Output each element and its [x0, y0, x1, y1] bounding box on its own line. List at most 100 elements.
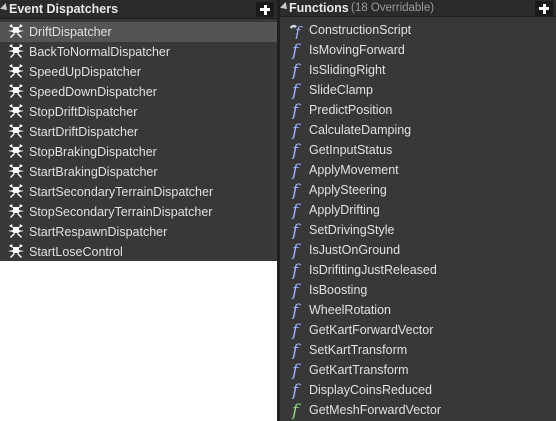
event-dispatcher-item[interactable]: SpeedUpDispatcher — [0, 62, 277, 82]
functions-panel: Functions (18 Overridable) f Construction… — [280, 0, 556, 421]
function-icon: f — [290, 41, 301, 59]
event-dispatcher-label: SpeedDownDispatcher — [29, 85, 157, 99]
function-icon: f — [290, 141, 301, 159]
event-dispatcher-item[interactable]: StopSecondaryTerrainDispatcher — [0, 202, 277, 222]
function-item[interactable]: f SetKartTransform — [280, 340, 556, 360]
event-dispatchers-header[interactable]: Event Dispatchers — [0, 0, 277, 19]
function-label: PredictPosition — [309, 103, 393, 117]
function-label: WheelRotation — [309, 303, 391, 317]
add-function-button[interactable] — [535, 1, 553, 16]
function-icon: f — [290, 261, 301, 279]
event-dispatcher-item[interactable]: SpeedDownDispatcher — [0, 82, 277, 102]
event-dispatcher-label: StartSecondaryTerrainDispatcher — [29, 185, 214, 199]
svg-text:f: f — [290, 61, 301, 79]
function-item[interactable]: f GetInputStatus — [280, 140, 556, 160]
event-dispatcher-icon — [8, 124, 24, 138]
function-item[interactable]: f PredictPosition — [280, 100, 556, 120]
functions-list: f ConstructionScript f IsMovingForward f IsSl… — [280, 20, 556, 420]
event-dispatcher-icon — [8, 144, 24, 158]
function-icon: f — [290, 101, 301, 119]
event-dispatchers-panel: Event Dispatchers DriftDispatcher BackToN… — [0, 0, 277, 261]
event-dispatchers-title: Event Dispatchers — [9, 2, 119, 16]
function-item[interactable]: f GetKartTransform — [280, 360, 556, 380]
svg-text:f: f — [290, 281, 301, 299]
function-item[interactable]: f CalculateDamping — [280, 120, 556, 140]
function-item[interactable]: f ApplyDrifting — [280, 200, 556, 220]
event-dispatcher-item[interactable]: StopBrakingDispatcher — [0, 142, 277, 162]
function-item[interactable]: f IsSlidingRight — [280, 60, 556, 80]
svg-text:f: f — [290, 261, 301, 279]
event-dispatcher-label: DriftDispatcher — [29, 25, 112, 39]
function-item[interactable]: f SetDrivingStyle — [280, 220, 556, 240]
function-label: SetKartTransform — [309, 343, 408, 357]
svg-text:f: f — [290, 361, 301, 379]
event-dispatcher-item[interactable]: StartRespawnDispatcher — [0, 222, 277, 242]
function-item[interactable]: f WheelRotation — [280, 300, 556, 320]
function-icon: f — [290, 281, 301, 299]
function-icon: f — [290, 241, 301, 259]
event-dispatcher-icon — [8, 84, 24, 98]
function-label: SetDrivingStyle — [309, 223, 395, 237]
function-item[interactable]: f SlideClamp — [280, 80, 556, 100]
function-label: CalculateDamping — [309, 123, 412, 137]
construction-script-icon: f — [290, 23, 303, 39]
event-dispatcher-item[interactable]: StartSecondaryTerrainDispatcher — [0, 182, 277, 202]
svg-text:f: f — [290, 81, 301, 99]
function-label: GetMeshForwardVector — [309, 403, 441, 417]
svg-text:f: f — [290, 201, 301, 219]
function-label: SlideClamp — [309, 83, 373, 97]
function-icon: f — [290, 161, 301, 179]
event-dispatcher-item[interactable]: StartBrakingDispatcher — [0, 162, 277, 182]
event-dispatcher-item[interactable]: StopDriftDispatcher — [0, 102, 277, 122]
event-dispatcher-icon — [8, 104, 24, 118]
svg-text:f: f — [294, 23, 303, 39]
functions-title: Functions — [289, 1, 349, 15]
event-dispatcher-label: StopDriftDispatcher — [29, 105, 138, 119]
function-item[interactable]: f GetMeshForwardVector — [280, 400, 556, 420]
add-event-dispatcher-button[interactable] — [256, 2, 274, 17]
function-label: ApplyDrifting — [309, 203, 380, 217]
event-dispatcher-label: StopBrakingDispatcher — [29, 145, 157, 159]
svg-text:f: f — [290, 181, 301, 199]
function-item[interactable]: f IsMovingForward — [280, 40, 556, 60]
function-item[interactable]: f IsDrifitingJustReleased — [280, 260, 556, 280]
function-item[interactable]: f DisplayCoinsReduced — [280, 380, 556, 400]
function-label: IsSlidingRight — [309, 63, 386, 77]
event-dispatcher-item[interactable]: BackToNormalDispatcher — [0, 42, 277, 62]
function-item[interactable]: f GetKartForwardVector — [280, 320, 556, 340]
function-icon: f — [290, 381, 301, 399]
function-icon: f — [290, 121, 301, 139]
overridable-count: (18 Overridable) — [351, 2, 435, 14]
function-item[interactable]: f ApplySteering — [280, 180, 556, 200]
event-dispatcher-item[interactable]: StartLoseControl — [0, 242, 277, 262]
function-icon: f — [290, 201, 301, 219]
functions-header[interactable]: Functions (18 Overridable) — [280, 0, 556, 17]
event-dispatcher-icon — [8, 244, 24, 258]
event-dispatcher-label: StopSecondaryTerrainDispatcher — [29, 205, 213, 219]
svg-text:f: f — [290, 41, 301, 59]
event-dispatcher-icon — [8, 204, 24, 218]
event-dispatcher-icon — [8, 224, 24, 238]
event-dispatcher-item[interactable]: StartDriftDispatcher — [0, 122, 277, 142]
function-icon: f — [290, 181, 301, 199]
svg-text:f: f — [290, 381, 301, 399]
pure-function-icon: f — [290, 401, 301, 419]
event-dispatcher-label: StartLoseControl — [29, 245, 123, 259]
function-item[interactable]: f IsJustOnGround — [280, 240, 556, 260]
event-dispatcher-label: StartBrakingDispatcher — [29, 165, 158, 179]
event-dispatcher-icon — [8, 164, 24, 178]
svg-text:f: f — [290, 221, 301, 239]
function-icon: f — [290, 361, 301, 379]
function-item[interactable]: f ApplyMovement — [280, 160, 556, 180]
function-label: GetInputStatus — [309, 143, 393, 157]
svg-text:f: f — [290, 321, 301, 339]
svg-text:f: f — [290, 161, 301, 179]
function-label: DisplayCoinsReduced — [309, 383, 432, 397]
event-dispatcher-icon — [8, 24, 24, 38]
function-item[interactable]: f ConstructionScript — [280, 20, 556, 40]
function-icon: f — [290, 321, 301, 339]
svg-text:f: f — [290, 241, 301, 259]
function-item[interactable]: f IsBoosting — [280, 280, 556, 300]
event-dispatcher-item[interactable]: DriftDispatcher — [0, 22, 277, 42]
svg-text:f: f — [290, 341, 301, 359]
